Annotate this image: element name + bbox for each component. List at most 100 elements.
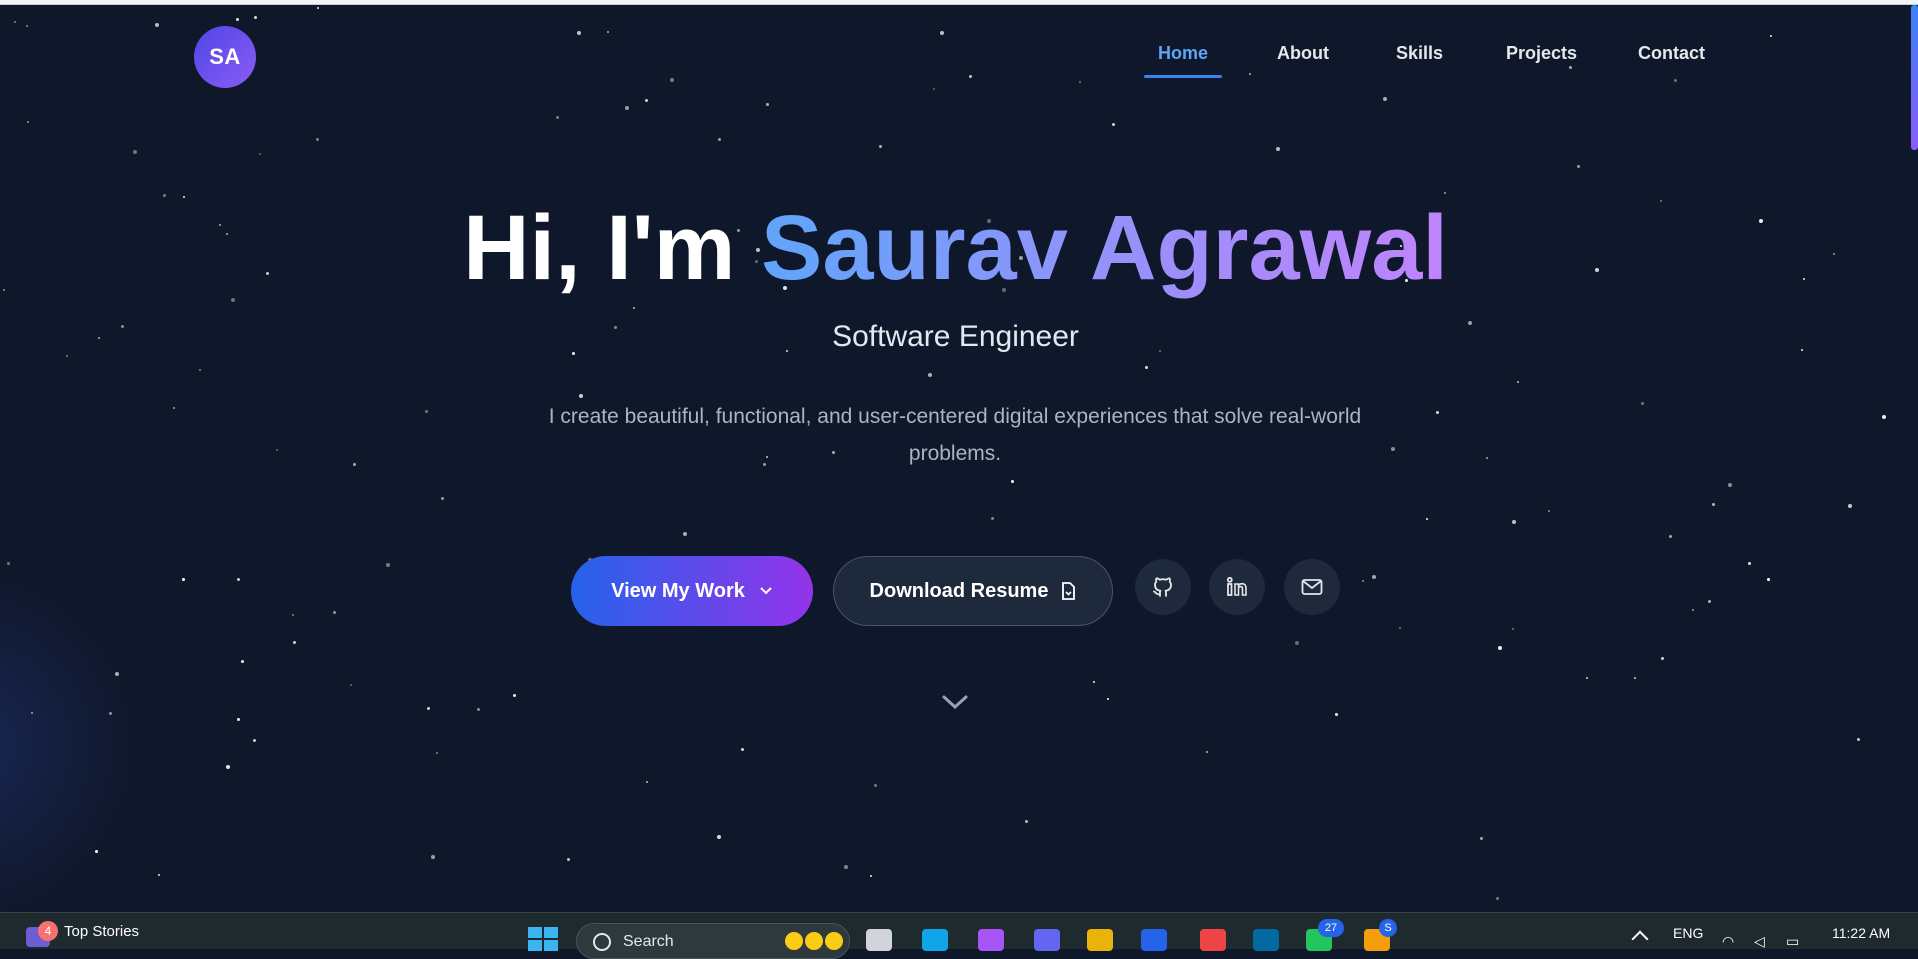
star — [1661, 657, 1664, 660]
star — [333, 611, 336, 614]
star — [1517, 381, 1519, 383]
hero-description: I create beautiful, functional, and user… — [548, 405, 1362, 465]
star — [874, 784, 877, 787]
star — [844, 865, 848, 869]
star — [928, 373, 932, 377]
star — [350, 684, 352, 686]
star — [646, 781, 648, 783]
star — [766, 103, 769, 106]
wifi-icon[interactable]: ◠ — [1722, 933, 1734, 950]
chevron-down-icon — [760, 587, 772, 595]
nav-skills[interactable]: Skills — [1396, 43, 1443, 64]
star — [1857, 738, 1860, 741]
star — [431, 855, 435, 859]
star — [607, 31, 609, 33]
show-hidden-icons[interactable] — [1631, 930, 1649, 948]
star — [1372, 575, 1376, 579]
star — [1391, 447, 1395, 451]
star — [237, 578, 240, 581]
star — [1548, 510, 1550, 512]
star — [879, 145, 882, 148]
star — [292, 614, 294, 616]
star — [7, 562, 10, 565]
star — [231, 298, 235, 302]
star — [316, 138, 319, 141]
language-indicator[interactable]: ENG — [1673, 925, 1703, 941]
search-placeholder: Search — [623, 933, 674, 950]
star — [26, 25, 28, 27]
star — [1112, 123, 1115, 126]
star — [66, 355, 68, 357]
star — [1011, 480, 1014, 483]
star — [31, 712, 33, 714]
logo-badge[interactable]: SA — [194, 26, 256, 88]
whatsapp-badge: 27 — [1318, 919, 1344, 937]
star — [741, 748, 744, 751]
star — [155, 23, 159, 27]
chrome-profile-badge: S — [1379, 919, 1397, 937]
star — [259, 153, 261, 155]
star — [133, 150, 137, 154]
star — [158, 874, 160, 876]
star — [940, 31, 944, 35]
file-download-icon — [1062, 582, 1076, 600]
linkedin-link[interactable] — [1209, 559, 1265, 615]
linkedin-icon — [1226, 576, 1247, 596]
star — [1295, 641, 1299, 645]
github-link[interactable] — [1135, 559, 1191, 615]
news-title[interactable]: Top Stories — [64, 923, 139, 940]
greeting-text: Hi, I'm — [463, 197, 736, 299]
star — [991, 517, 994, 520]
star — [477, 708, 480, 711]
star — [1276, 147, 1280, 151]
star — [683, 532, 687, 536]
scroll-down-icon[interactable] — [940, 688, 970, 718]
volume-icon[interactable]: ◁ — [1754, 933, 1765, 950]
nav-projects[interactable]: Projects — [1506, 43, 1577, 64]
star — [163, 194, 166, 197]
taskbar-search[interactable]: Search — [576, 923, 850, 959]
star — [1712, 503, 1715, 506]
nav-about[interactable]: About — [1277, 43, 1329, 64]
star — [1107, 698, 1109, 700]
star — [1206, 751, 1208, 753]
star — [236, 18, 239, 21]
star — [14, 21, 16, 23]
star — [27, 121, 29, 123]
scrollbar-thumb[interactable] — [1911, 5, 1918, 150]
github-icon — [1153, 577, 1172, 597]
nav-home[interactable]: Home — [1158, 43, 1208, 64]
download-resume-label: Download Resume — [869, 579, 1049, 602]
star — [933, 88, 935, 90]
star — [1436, 411, 1439, 414]
star — [386, 563, 390, 567]
star — [1634, 677, 1636, 679]
star — [1569, 66, 1572, 69]
star — [1674, 79, 1677, 82]
star — [633, 307, 635, 309]
star — [1748, 562, 1751, 565]
star — [1586, 677, 1588, 679]
hero-subtitle: Software Engineer — [832, 320, 1079, 353]
star — [317, 7, 319, 9]
battery-icon[interactable]: ▭ — [1786, 933, 1799, 950]
star — [1480, 837, 1483, 840]
star — [115, 672, 119, 676]
star — [199, 369, 201, 371]
star — [1498, 646, 1502, 650]
download-resume-button[interactable]: Download Resume — [833, 556, 1113, 626]
star — [1496, 897, 1499, 900]
star — [577, 31, 581, 35]
star — [1512, 520, 1516, 524]
star — [1641, 402, 1644, 405]
windows-start-icon[interactable] — [528, 927, 558, 951]
star — [625, 106, 629, 110]
star — [182, 578, 185, 581]
clock[interactable]: 11:22 AM — [1832, 925, 1890, 941]
star — [1577, 165, 1580, 168]
nav-contact[interactable]: Contact — [1638, 43, 1705, 64]
star — [1145, 366, 1148, 369]
star — [1848, 504, 1852, 508]
view-my-work-button[interactable]: View My Work — [571, 556, 813, 626]
email-link[interactable] — [1284, 559, 1340, 615]
